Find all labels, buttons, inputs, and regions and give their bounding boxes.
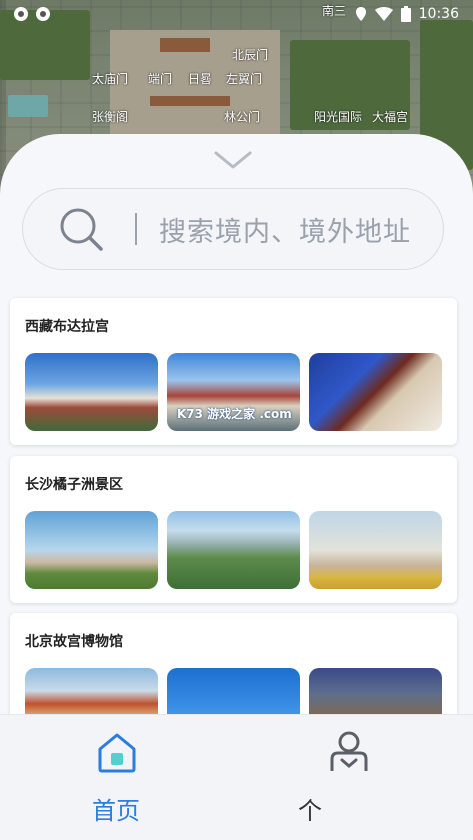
map-label: 大福宫 [372,110,409,124]
scenic-photo[interactable] [25,353,158,431]
app-notification-icon [14,7,28,21]
wifi-icon [374,7,393,21]
home-icon [98,733,136,773]
scenic-photo[interactable]: K73 游戏之家 .com [167,353,300,431]
app-notification-icon [36,7,50,21]
search-icon [60,208,103,251]
nav-profile[interactable]: 个 [232,715,432,840]
map-label: 阳光国际 [314,110,363,124]
scenic-photo[interactable] [309,353,442,431]
battery-icon [400,6,411,22]
map-label: 日晷 [188,72,213,86]
card-title: 北京故宫博物馆 [25,634,123,650]
map-label: 太庙门 [92,72,129,86]
bottom-nav: 首页 个 [0,714,473,840]
map-label: 端门 [148,72,173,86]
scenic-card[interactable]: 长沙橘子洲景区 [10,456,457,603]
map-label: 林公门 [224,110,261,124]
map-label: 张衡阁 [92,110,129,124]
search-input[interactable]: 搜索境内、境外地址 [159,210,411,249]
map-label: 左翼门 [226,72,263,86]
status-time: 10:36 [418,6,459,22]
chevron-down-icon[interactable] [214,150,252,170]
scenic-photo[interactable] [309,511,442,589]
watermark: K73 游戏之家 .com [177,407,292,421]
scenic-card[interactable]: 西藏布达拉宫 K73 游戏之家 .com [10,298,457,445]
card-title: 长沙橘子洲景区 [25,477,123,493]
location-icon [355,7,366,21]
nav-label: 首页 [92,797,140,825]
scenic-photo[interactable] [167,511,300,589]
nav-label: 个 [298,797,322,825]
search-divider [135,213,137,245]
status-bar: 10:36 [0,0,473,28]
nav-home[interactable]: 首页 [16,715,216,840]
search-bar[interactable]: 搜索境内、境外地址 [22,188,444,270]
card-title: 西藏布达拉宫 [25,319,109,335]
user-icon [330,731,368,771]
scenic-photo[interactable] [25,511,158,589]
map-label: 北辰门 [232,48,269,62]
